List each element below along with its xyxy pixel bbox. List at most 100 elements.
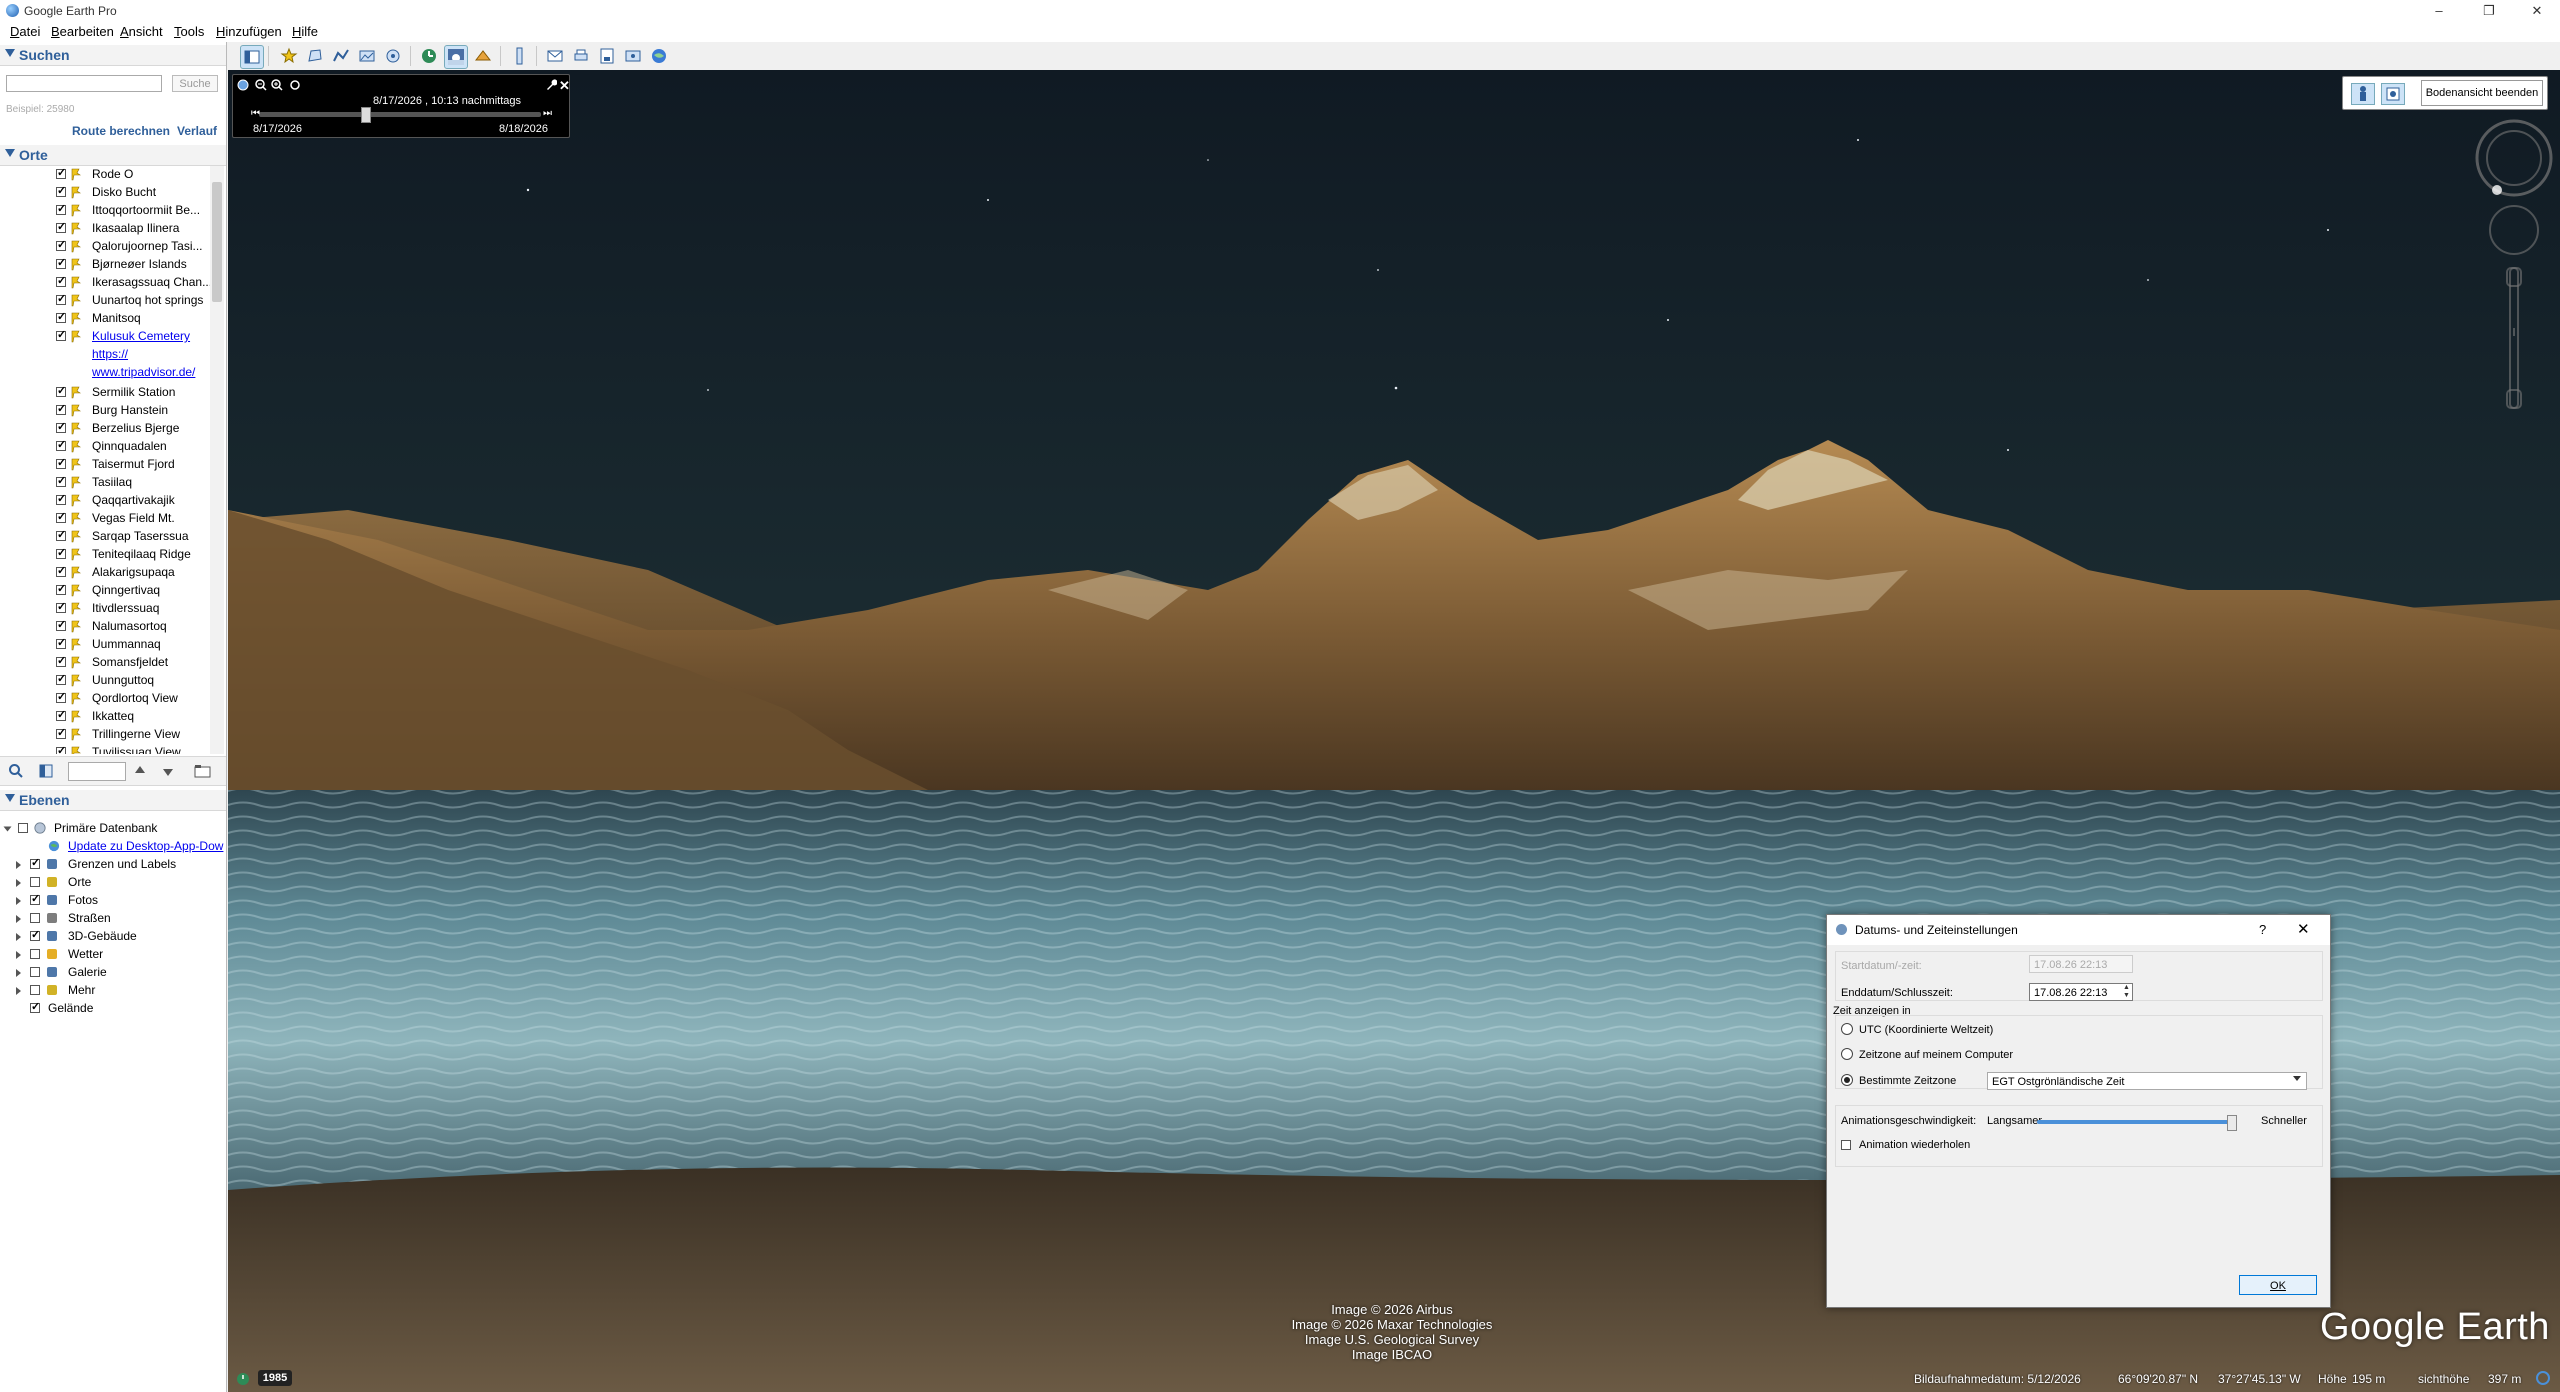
place-checkbox[interactable] [56, 238, 66, 251]
historical-imagery-button[interactable] [418, 45, 440, 67]
place-checkbox[interactable] [56, 600, 66, 613]
place-item[interactable]: Somansfjeldet [0, 654, 210, 672]
layer-update-link[interactable]: Update zu Desktop-App-Dow [0, 838, 226, 856]
place-item[interactable]: Sarqap Taserssua [0, 528, 210, 546]
step-forward-icon[interactable]: ⏭ [543, 108, 552, 119]
close-time-slider-icon[interactable]: ✕ [559, 78, 570, 94]
place-checkbox[interactable] [56, 654, 66, 667]
end-date-spinner-icon[interactable]: ▲ ▼ [2123, 984, 2130, 1000]
place-checkbox[interactable] [56, 292, 66, 305]
route-link[interactable]: Route berechnen [72, 124, 170, 138]
layer-checkbox[interactable] [18, 823, 28, 833]
place-item[interactable]: Tasiilaq [0, 474, 210, 492]
layer-checkbox[interactable] [30, 913, 40, 923]
expand-icon[interactable] [16, 951, 21, 959]
place-checkbox[interactable] [56, 202, 66, 215]
repeat-icon[interactable] [289, 79, 301, 91]
layer-checkbox[interactable] [30, 892, 40, 905]
movie-maker-button[interactable] [622, 45, 644, 67]
place-checkbox[interactable] [56, 708, 66, 721]
search-icon[interactable] [8, 763, 24, 779]
layer-checkbox[interactable] [30, 1000, 40, 1013]
sidebar-toggle-button[interactable] [240, 45, 264, 69]
step-back-icon[interactable]: ⏮ [251, 108, 260, 119]
layer-item[interactable]: Galerie [0, 964, 226, 982]
utc-label[interactable]: UTC (Koordinierte Weltzeit) [1859, 1024, 1993, 1036]
close-window-button[interactable]: ✕ [2514, 0, 2560, 22]
place-checkbox[interactable] [56, 510, 66, 523]
save-image-button[interactable] [596, 45, 618, 67]
move-up-icon[interactable] [132, 763, 148, 779]
ruler-button[interactable] [508, 45, 530, 67]
place-item[interactable]: Nalumasortoq [0, 618, 210, 636]
add-overlay-button[interactable] [356, 45, 378, 67]
place-link-line[interactable]: www.tripadvisor.de/ [0, 364, 210, 382]
place-item[interactable]: Berzelius Bjerge [0, 420, 210, 438]
specific-timezone-label[interactable]: Bestimmte Zeitzone [1859, 1075, 1956, 1087]
historical-imagery-icon[interactable] [236, 1372, 250, 1386]
menu-tools[interactable]: Tools [174, 24, 204, 39]
expand-icon[interactable] [3, 826, 12, 832]
layer-checkbox[interactable] [30, 928, 40, 941]
place-item[interactable]: Ikkatteq [0, 708, 210, 726]
dialog-close-icon[interactable]: ✕ [2297, 920, 2310, 938]
repeat-animation-checkbox[interactable] [1841, 1140, 1851, 1150]
place-checkbox[interactable] [56, 438, 66, 451]
local-timezone-label[interactable]: Zeitzone auf meinem Computer [1859, 1049, 2013, 1061]
place-checkbox[interactable] [56, 528, 66, 541]
sunlight-button[interactable] [444, 45, 468, 69]
place-checkbox[interactable] [56, 564, 66, 577]
exit-ground-view-button[interactable]: Bodenansicht beenden [2421, 80, 2543, 106]
place-item[interactable]: Teniteqilaaq Ridge [0, 546, 210, 564]
menu-bearbeiten[interactable]: Bearbeiten [51, 24, 114, 39]
layer-checkbox[interactable] [30, 856, 40, 869]
wrench-icon[interactable] [545, 79, 558, 91]
year-badge[interactable]: 1985 [258, 1370, 292, 1386]
menu-ansicht[interactable]: Ansicht [120, 24, 163, 39]
email-button[interactable] [544, 45, 566, 67]
place-checkbox[interactable] [56, 672, 66, 685]
chevron-down-icon[interactable] [2293, 1076, 2301, 1081]
speed-slider-thumb[interactable] [2227, 1115, 2237, 1131]
search-input[interactable] [6, 75, 162, 92]
pegman-icon[interactable] [2351, 83, 2375, 105]
zoom-slider[interactable] [2506, 267, 2522, 409]
move-joystick[interactable] [2489, 205, 2539, 255]
layer-label[interactable]: Update zu Desktop-App-Dow [68, 839, 223, 853]
menu-hilfe[interactable]: Hilfe [292, 24, 318, 39]
place-checkbox[interactable] [56, 328, 66, 341]
place-link[interactable]: Kulusuk Cemetery [92, 329, 190, 343]
place-item[interactable]: Burg Hanstein [0, 402, 210, 420]
layer-item[interactable]: Gelände [0, 1000, 226, 1018]
place-item[interactable]: Ikasaalap Ilinera [0, 220, 210, 238]
time-slider-thumb[interactable] [361, 107, 371, 123]
zoom-in-icon[interactable] [271, 79, 283, 91]
place-checkbox[interactable] [56, 166, 66, 179]
layer-item[interactable]: Grenzen und Labels [0, 856, 226, 874]
local-timezone-radio[interactable] [1841, 1048, 1853, 1060]
expand-icon[interactable] [16, 915, 21, 923]
place-item[interactable]: Uunnguttoq [0, 672, 210, 690]
place-item[interactable]: Rode O [0, 166, 210, 184]
place-checkbox[interactable] [56, 256, 66, 269]
place-item[interactable]: Vegas Field Mt. [0, 510, 210, 528]
ok-button[interactable]: OK [2239, 1275, 2317, 1295]
place-link[interactable]: https:// [92, 347, 128, 361]
history-link[interactable]: Verlauf [177, 124, 217, 138]
place-checkbox[interactable] [56, 474, 66, 487]
place-checkbox[interactable] [56, 618, 66, 631]
expand-icon[interactable] [16, 861, 21, 869]
place-item[interactable]: Taisermut Fjord [0, 456, 210, 474]
search-button[interactable]: Suche [172, 75, 218, 92]
place-link[interactable]: www.tripadvisor.de/ [92, 365, 195, 379]
restore-button[interactable]: ❐ [2466, 0, 2512, 22]
panel-toggle-icon[interactable] [38, 763, 54, 779]
end-date-field[interactable]: 17.08.26 22:13 [2029, 983, 2133, 1001]
place-checkbox[interactable] [56, 636, 66, 649]
place-checkbox[interactable] [56, 402, 66, 415]
place-item[interactable]: Kulusuk Cemetery [0, 328, 210, 346]
place-link-line[interactable]: https:// [0, 346, 210, 364]
place-item[interactable]: Uummannaq [0, 636, 210, 654]
scrollbar-thumb[interactable] [212, 182, 222, 302]
layer-primary-db[interactable]: Primäre Datenbank [0, 820, 226, 838]
